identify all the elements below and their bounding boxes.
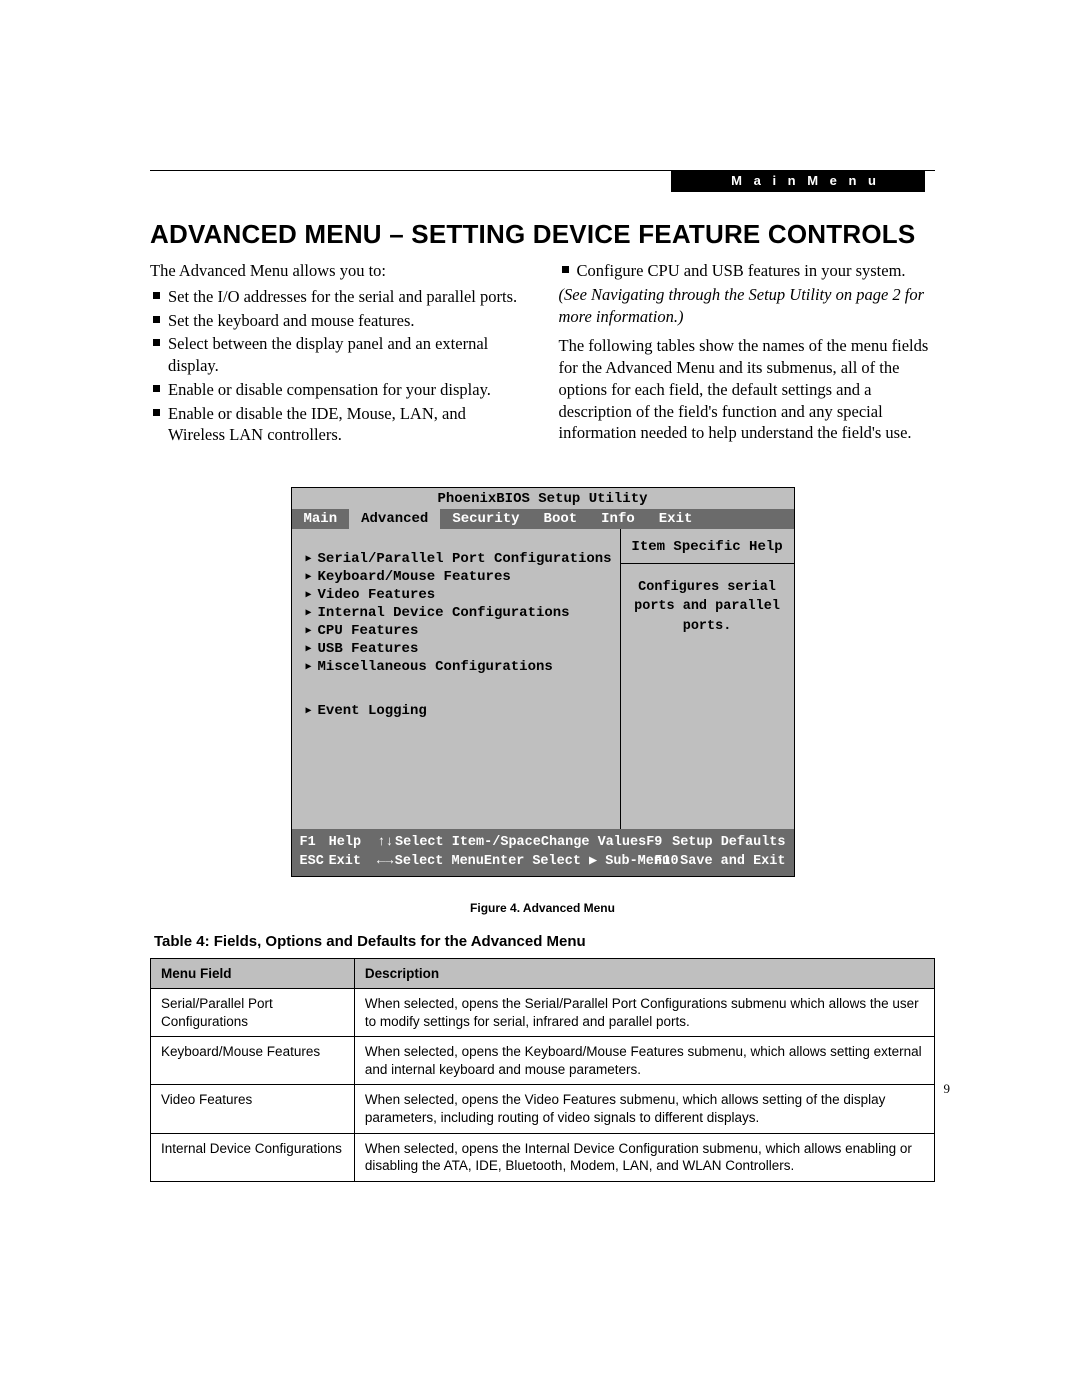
- bios-body: Serial/Parallel Port Configurations Keyb…: [292, 529, 794, 829]
- bullet-item: Set the keyboard and mouse features.: [150, 310, 527, 332]
- key-action: Help: [329, 833, 378, 853]
- cell-field: Serial/Parallel Port Configurations: [151, 989, 355, 1037]
- key-action: Setup Defaults: [672, 833, 785, 853]
- cell-field: Video Features: [151, 1085, 355, 1133]
- bios-item: Miscellaneous Configurations: [306, 659, 612, 675]
- col-header: Menu Field: [151, 958, 355, 989]
- cell-desc: When selected, opens the Video Features …: [354, 1085, 934, 1133]
- bios-help-text: Configures serial ports and parallel por…: [629, 578, 786, 637]
- bios-item: Video Features: [306, 587, 612, 603]
- bios-tab-boot: Boot: [532, 509, 590, 529]
- key-action: Select Menu: [395, 852, 484, 872]
- table-header-row: Menu Field Description: [151, 958, 935, 989]
- document-page: M a i n M e n u ADVANCED MENU – SETTING …: [0, 0, 1080, 1397]
- bios-tab-main: Main: [292, 509, 350, 529]
- cell-desc: When selected, opens the Serial/Parallel…: [354, 989, 934, 1037]
- key-label: F10: [654, 852, 680, 872]
- key-action: Select Item: [395, 833, 484, 853]
- bios-item: Keyboard/Mouse Features: [306, 569, 612, 585]
- cell-desc: When selected, opens the Keyboard/Mouse …: [354, 1037, 934, 1085]
- bullet-item: Enable or disable compensation for your …: [150, 379, 527, 401]
- key-action: Save and Exit: [680, 852, 785, 872]
- body-columns: The Advanced Menu allows you to: Set the…: [150, 260, 935, 449]
- table-row: Video Features When selected, opens the …: [151, 1085, 935, 1133]
- bios-item: Internal Device Configurations: [306, 605, 612, 621]
- bios-tab-info: Info: [589, 509, 647, 529]
- bios-help-pane: Item Specific Help Configures serial por…: [620, 529, 794, 829]
- key-label: ESC: [300, 852, 329, 872]
- table-row: Internal Device Configurations When sele…: [151, 1133, 935, 1181]
- bios-menu-pane: Serial/Parallel Port Configurations Keyb…: [292, 529, 620, 829]
- bullet-item: Select between the display panel and an …: [150, 333, 527, 377]
- bios-tab-advanced: Advanced: [349, 509, 440, 529]
- cell-field: Internal Device Configurations: [151, 1133, 355, 1181]
- features-table: Menu Field Description Serial/Parallel P…: [150, 958, 935, 1182]
- table-row: Serial/Parallel Port Configurations When…: [151, 989, 935, 1037]
- key-label: Enter: [484, 852, 532, 872]
- key-label: F9: [646, 833, 672, 853]
- bullet-item: Configure CPU and USB features in your s…: [559, 260, 936, 282]
- page-number: 9: [944, 1081, 951, 1097]
- cell-field: Keyboard/Mouse Features: [151, 1037, 355, 1085]
- bios-item: USB Features: [306, 641, 612, 657]
- bullet-item: Set the I/O addresses for the serial and…: [150, 286, 527, 308]
- cell-desc: When selected, opens the Internal Device…: [354, 1133, 934, 1181]
- key-label: -/Space: [484, 833, 541, 853]
- intro-line: The Advanced Menu allows you to:: [150, 260, 527, 282]
- bios-item: Serial/Parallel Port Configurations: [306, 551, 612, 567]
- bios-footer: F1 Help ↑↓ Select Item -/Space Change Va…: [292, 829, 794, 876]
- bios-help-title: Item Specific Help: [621, 539, 794, 564]
- table-title: Table 4: Fields, Options and Defaults fo…: [154, 933, 935, 950]
- key-action: Change Values: [541, 833, 646, 853]
- bullet-list-right: Configure CPU and USB features in your s…: [559, 260, 936, 282]
- arrow-icon: ←→: [377, 852, 395, 872]
- col-header: Description: [354, 958, 934, 989]
- bios-screenshot: PhoenixBIOS Setup Utility Main Advanced …: [291, 487, 795, 877]
- key-action: Exit: [329, 852, 377, 872]
- table-row: Keyboard/Mouse Features When selected, o…: [151, 1037, 935, 1085]
- bullet-list-left: Set the I/O addresses for the serial and…: [150, 286, 527, 446]
- header-tag: M a i n M e n u: [671, 170, 925, 192]
- bios-item: Event Logging: [306, 703, 612, 719]
- arrow-icon: ↑↓: [377, 833, 395, 853]
- page-title: ADVANCED MENU – SETTING DEVICE FEATURE C…: [150, 219, 935, 250]
- bios-tab-security: Security: [440, 509, 531, 529]
- key-action: Select ▶ Sub-Menu: [532, 852, 654, 872]
- bios-title: PhoenixBIOS Setup Utility: [292, 488, 794, 509]
- bios-tabs: Main Advanced Security Boot Info Exit: [292, 509, 794, 529]
- bullet-item: Enable or disable the IDE, Mouse, LAN, a…: [150, 403, 527, 447]
- bios-tab-exit: Exit: [647, 509, 705, 529]
- see-note: (See Navigating through the Setup Utilit…: [559, 284, 936, 328]
- key-label: F1: [300, 833, 329, 853]
- figure-caption: Figure 4. Advanced Menu: [150, 901, 935, 915]
- following-paragraph: The following tables show the names of t…: [559, 335, 936, 444]
- bios-item: CPU Features: [306, 623, 612, 639]
